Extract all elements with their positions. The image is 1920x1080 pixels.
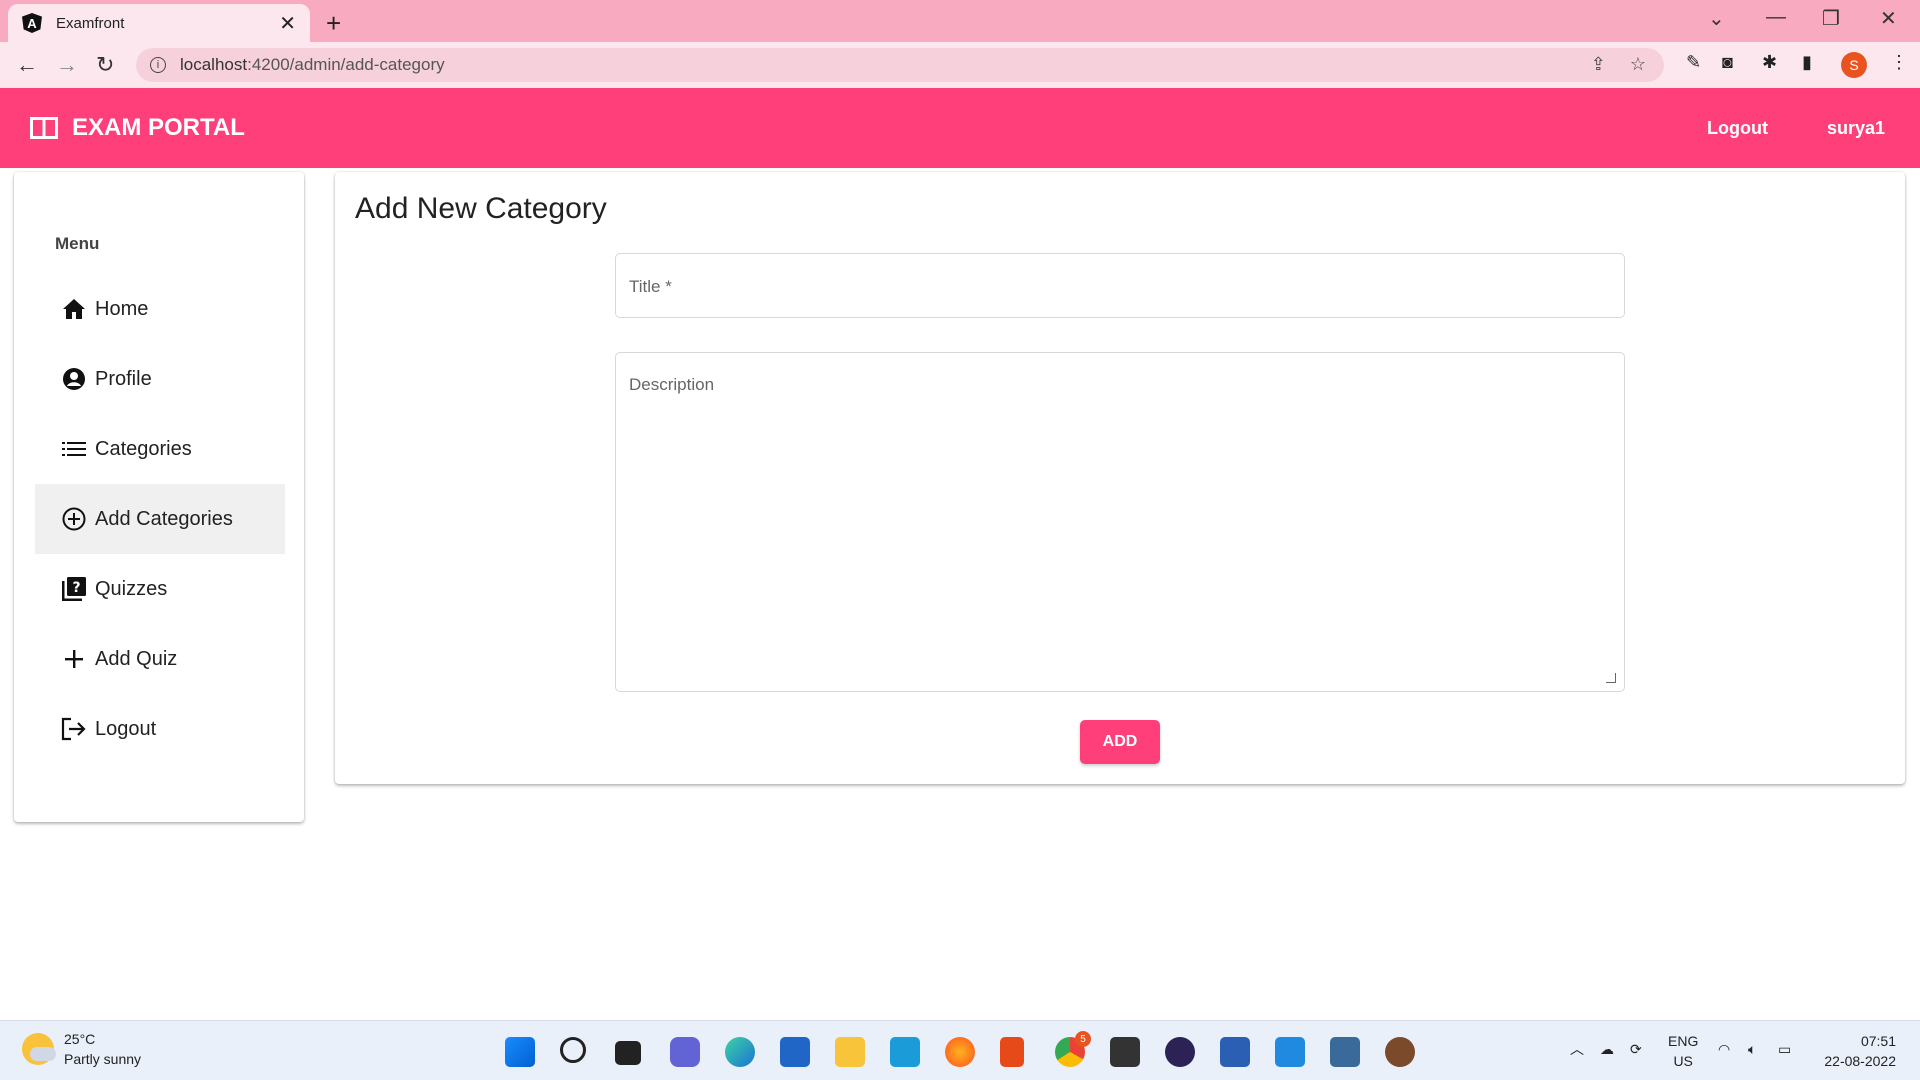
edge-icon[interactable] xyxy=(725,1037,755,1067)
list-icon xyxy=(61,440,87,458)
sidebar-item-logout[interactable]: Logout xyxy=(35,694,285,764)
app-toolbar: EXAM PORTAL Logout surya1 xyxy=(0,88,1920,168)
remote-desktop-icon[interactable] xyxy=(890,1037,920,1067)
vscode-icon[interactable] xyxy=(1275,1037,1305,1067)
task-view-icon[interactable] xyxy=(615,1041,641,1065)
minimize-icon[interactable]: — xyxy=(1766,6,1786,29)
brand[interactable]: EXAM PORTAL xyxy=(30,88,245,168)
add-category-card: Add New Category Title * Description ADD xyxy=(335,172,1905,784)
app-icon[interactable] xyxy=(1385,1037,1415,1067)
forward-icon[interactable]: → xyxy=(56,52,78,78)
sidebar-item-quizzes[interactable]: ? Quizzes xyxy=(35,554,285,624)
plus-icon xyxy=(61,648,87,670)
add-circle-icon xyxy=(61,507,87,531)
page-title: Add New Category xyxy=(355,192,607,225)
side-panel-icon[interactable]: ▮ xyxy=(1802,52,1812,73)
search-icon[interactable] xyxy=(560,1037,586,1063)
sidebar-item-label: Logout xyxy=(95,717,157,740)
sidebar-item-label: Categories xyxy=(95,437,192,460)
sync-icon[interactable]: ⟳ xyxy=(1630,1039,1642,1059)
sidebar-menu: Menu Home Profile Categories Add Categor… xyxy=(14,172,304,822)
onedrive-icon[interactable]: ☁ xyxy=(1600,1039,1614,1059)
extension-glasses-icon[interactable]: ◙ xyxy=(1722,52,1733,73)
site-info-icon[interactable]: i xyxy=(150,57,166,73)
title-input[interactable]: Title * xyxy=(615,253,1625,318)
eclipse-icon[interactable] xyxy=(1165,1037,1195,1067)
file-explorer-icon[interactable] xyxy=(835,1037,865,1067)
browser-menu-icon[interactable]: ⋮ xyxy=(1890,52,1908,73)
wifi-icon[interactable]: ◠ xyxy=(1718,1039,1730,1059)
partly-sunny-icon xyxy=(22,1033,56,1065)
sidebar-item-home[interactable]: Home xyxy=(35,274,285,344)
reload-icon[interactable]: ↻ xyxy=(96,52,114,78)
sidebar-item-categories[interactable]: Categories xyxy=(35,414,285,484)
weather-widget[interactable]: 25°C Partly sunny xyxy=(22,1029,141,1069)
svg-text:?: ? xyxy=(72,580,80,596)
tab-title: Examfront xyxy=(56,14,125,32)
taskbar: 25°C Partly sunny 5 ︿ ☁ ⟳ ENG US ◠ 🔈︎ ▭ … xyxy=(0,1020,1920,1080)
sidebar-item-profile[interactable]: Profile xyxy=(35,344,285,414)
sidebar-item-label: Quizzes xyxy=(95,577,168,600)
toolbar-logout-link[interactable]: Logout xyxy=(1707,88,1768,168)
description-label: Description xyxy=(629,375,715,394)
clock[interactable]: 07:51 22-08-2022 xyxy=(1816,1031,1896,1071)
battery-icon[interactable]: ▭ xyxy=(1778,1039,1791,1059)
home-icon xyxy=(61,298,87,320)
url-text: localhost:4200/admin/add-category xyxy=(180,55,445,74)
store-icon[interactable] xyxy=(780,1037,810,1067)
browser-tab-strip: A Examfront ✕ + ⌄ — ❐ ✕ xyxy=(0,0,1920,42)
tray-chevron-icon[interactable]: ︿ xyxy=(1570,1039,1584,1059)
close-tab-icon[interactable]: ✕ xyxy=(279,11,296,36)
extension-pen-icon[interactable]: ✎ xyxy=(1686,52,1701,73)
bookmark-star-icon[interactable]: ☆ xyxy=(1630,54,1646,75)
close-window-icon[interactable]: ✕ xyxy=(1880,6,1897,31)
title-label: Title * xyxy=(629,277,672,296)
sidebar-item-label: Add Quiz xyxy=(95,647,178,670)
share-icon[interactable]: ⇪ xyxy=(1591,54,1606,75)
back-icon[interactable]: ← xyxy=(16,52,38,78)
resize-handle-icon[interactable] xyxy=(1606,673,1616,683)
logout-icon xyxy=(61,717,87,741)
start-icon[interactable] xyxy=(505,1037,535,1067)
book-icon xyxy=(30,117,58,139)
restore-icon[interactable]: ❐ xyxy=(1822,6,1840,31)
sublime-text-icon[interactable] xyxy=(1110,1037,1140,1067)
volume-icon[interactable]: 🔈︎ xyxy=(1748,1039,1756,1059)
new-tab-icon[interactable]: + xyxy=(326,8,341,39)
brand-title: EXAM PORTAL xyxy=(72,114,245,141)
temperature: 25°C xyxy=(64,1031,96,1047)
menu-header: Menu xyxy=(55,234,100,253)
extensions-puzzle-icon[interactable]: ✱ xyxy=(1762,52,1777,73)
language-indicator[interactable]: ENG US xyxy=(1668,1031,1698,1071)
quiz-icon: ? xyxy=(61,577,87,601)
account-circle-icon xyxy=(61,367,87,391)
browser-toolbar: ← → ↻ i localhost:4200/admin/add-categor… xyxy=(0,42,1920,88)
browser-tab[interactable]: A Examfront ✕ xyxy=(8,4,310,42)
add-button[interactable]: ADD xyxy=(1080,720,1160,764)
weather-condition: Partly sunny xyxy=(64,1051,142,1067)
chat-icon[interactable] xyxy=(670,1037,700,1067)
sidebar-item-label: Profile xyxy=(95,367,152,390)
sidebar-item-add-quiz[interactable]: Add Quiz xyxy=(35,624,285,694)
angular-favicon-icon: A xyxy=(22,13,42,33)
profile-avatar[interactable]: S xyxy=(1841,52,1867,78)
office-icon[interactable] xyxy=(1000,1037,1024,1067)
tab-search-chevron-icon[interactable]: ⌄ xyxy=(1708,6,1725,31)
mysql-workbench-icon[interactable] xyxy=(1330,1037,1360,1067)
description-textarea[interactable]: Description xyxy=(615,352,1625,692)
sidebar-item-label: Add Categories xyxy=(95,507,233,530)
sidebar-item-add-categories[interactable]: Add Categories xyxy=(35,484,285,554)
toolbar-user-link[interactable]: surya1 xyxy=(1827,88,1885,168)
address-bar[interactable]: i localhost:4200/admin/add-category ⇪ ☆ xyxy=(136,48,1664,82)
firefox-icon[interactable] xyxy=(945,1037,975,1067)
sidebar-item-label: Home xyxy=(95,297,149,320)
chrome-badge: 5 xyxy=(1075,1031,1091,1047)
word-icon[interactable] xyxy=(1220,1037,1250,1067)
